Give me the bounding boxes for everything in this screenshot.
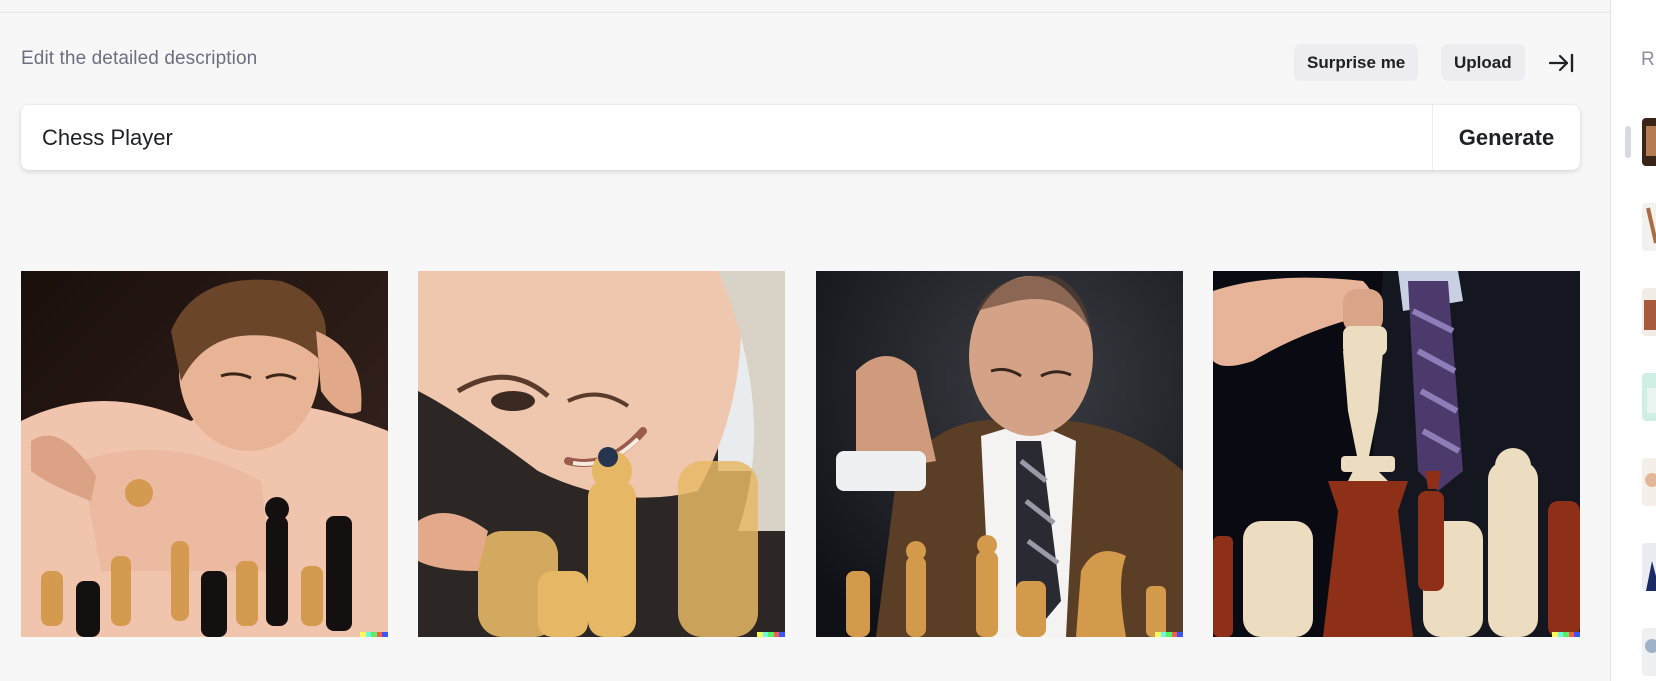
history-thumbnail[interactable] — [1642, 203, 1656, 251]
result-image-3[interactable] — [816, 271, 1183, 637]
history-thumbnail[interactable] — [1642, 458, 1656, 506]
main-panel: Edit the detailed description Surprise m… — [0, 0, 1610, 669]
result-image-2[interactable] — [418, 271, 785, 637]
history-thumbnail[interactable] — [1642, 628, 1656, 676]
history-thumbnail[interactable] — [1642, 288, 1656, 336]
surprise-me-button[interactable]: Surprise me — [1294, 44, 1419, 81]
watermark — [1155, 632, 1183, 637]
history-thumbnail[interactable] — [1642, 373, 1656, 421]
history-thumbnail[interactable] — [1642, 118, 1656, 166]
upload-button[interactable]: Upload — [1441, 44, 1525, 81]
watermark — [360, 632, 388, 637]
result-image-1[interactable] — [21, 271, 388, 637]
watermark — [757, 632, 785, 637]
page-heading: Edit the detailed description — [21, 48, 258, 69]
watermark — [1552, 632, 1580, 637]
generate-button[interactable]: Generate — [1432, 105, 1580, 170]
scrollbar-thumb[interactable] — [1625, 126, 1631, 158]
sidebar-heading: R — [1641, 49, 1655, 70]
prompt-input[interactable] — [21, 105, 1432, 170]
result-image-4[interactable] — [1213, 271, 1580, 637]
history-sidebar: R — [1610, 0, 1656, 681]
prompt-box: Generate — [21, 105, 1580, 170]
history-thumbnail[interactable] — [1642, 543, 1656, 591]
collapse-right-icon[interactable] — [1544, 47, 1578, 79]
